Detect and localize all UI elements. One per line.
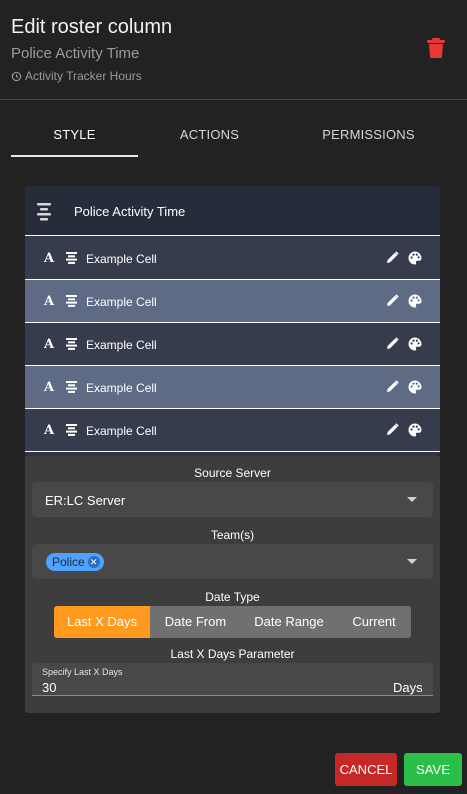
source-server-select[interactable]: ER:LC Server: [32, 482, 433, 517]
align-center-icon[interactable]: [66, 252, 77, 264]
preview-row: A Example Cell: [25, 280, 440, 323]
date-type-date-from[interactable]: Date From: [150, 606, 241, 638]
preview-header: Police Activity Time: [25, 186, 440, 236]
date-type-label: Date Type: [205, 590, 260, 604]
palette-icon[interactable]: [408, 337, 422, 351]
pencil-icon[interactable]: [386, 423, 399, 436]
chip-remove-icon[interactable]: ✕: [87, 556, 100, 568]
font-icon[interactable]: A: [44, 294, 54, 309]
history-icon: [11, 71, 22, 81]
tab-permissions[interactable]: PERMISSIONS: [281, 118, 456, 158]
preview-row: A Example Cell: [25, 409, 440, 452]
teams-select[interactable]: Police ✕: [32, 544, 433, 579]
font-icon[interactable]: A: [44, 423, 54, 438]
date-type-toggle: Last X Days Date From Date Range Current: [54, 606, 411, 638]
date-type-date-range[interactable]: Date Range: [241, 606, 337, 638]
pencil-icon[interactable]: [386, 337, 399, 350]
trash-icon[interactable]: [427, 38, 445, 58]
tracker-info: Activity Tracker Hours: [11, 69, 142, 83]
pencil-icon[interactable]: [386, 251, 399, 264]
pencil-icon[interactable]: [386, 380, 399, 393]
cell-text: Example Cell: [86, 424, 157, 438]
dropdown-caret-icon[interactable]: [407, 497, 417, 502]
align-center-icon[interactable]: [66, 424, 77, 436]
cell-text: Example Cell: [86, 295, 157, 309]
date-type-current[interactable]: Current: [337, 606, 411, 638]
parameter-section-label: Last X Days Parameter: [170, 647, 295, 661]
palette-icon[interactable]: [408, 423, 422, 437]
align-center-icon[interactable]: [66, 295, 77, 307]
team-chip-label: Police: [52, 555, 85, 569]
cell-text: Example Cell: [86, 381, 157, 395]
font-icon[interactable]: A: [44, 337, 54, 352]
cell-text: Example Cell: [86, 252, 157, 266]
font-icon[interactable]: A: [44, 380, 54, 395]
days-unit: Days: [393, 680, 423, 695]
preview-row: A Example Cell: [25, 237, 440, 280]
font-icon[interactable]: A: [44, 251, 54, 266]
dialog-title: Edit roster column: [11, 16, 173, 38]
pencil-icon[interactable]: [386, 294, 399, 307]
align-center-icon[interactable]: [66, 381, 77, 393]
preview-header-title: Police Activity Time: [74, 204, 186, 219]
teams-label: Team(s): [210, 528, 255, 542]
cell-text: Example Cell: [86, 338, 157, 352]
active-tab-indicator: [11, 155, 138, 157]
dialog-header: Edit roster column Police Activity Time …: [0, 0, 467, 100]
dropdown-caret-icon[interactable]: [407, 559, 417, 564]
tab-actions[interactable]: ACTIONS: [138, 118, 281, 158]
last-x-days-field-label: Specify Last X Days: [42, 667, 123, 677]
palette-icon[interactable]: [408, 251, 422, 265]
last-x-days-field[interactable]: Specify Last X Days 30 Days: [32, 663, 433, 696]
palette-icon[interactable]: [408, 380, 422, 394]
preview-row: A Example Cell: [25, 366, 440, 409]
source-server-value: ER:LC Server: [45, 493, 126, 508]
tab-bar: STYLE ACTIONS PERMISSIONS: [11, 118, 456, 158]
column-preview: Police Activity Time A Example Cell A Ex…: [25, 186, 440, 456]
tracker-label: Activity Tracker Hours: [25, 69, 142, 83]
settings-form: Source Server ER:LC Server Team(s) Polic…: [25, 456, 440, 713]
palette-icon[interactable]: [408, 294, 422, 308]
source-server-label: Source Server: [194, 466, 271, 480]
last-x-days-input[interactable]: 30: [42, 680, 56, 695]
save-button[interactable]: SAVE: [404, 753, 462, 786]
cancel-button[interactable]: CANCEL: [335, 753, 397, 786]
column-name: Police Activity Time: [11, 45, 140, 62]
date-type-last-x-days[interactable]: Last X Days: [54, 606, 150, 638]
tab-style[interactable]: STYLE: [11, 118, 138, 158]
align-center-icon: [37, 203, 51, 221]
team-chip: Police ✕: [46, 553, 104, 571]
align-center-icon[interactable]: [66, 338, 77, 350]
preview-row: A Example Cell: [25, 323, 440, 366]
